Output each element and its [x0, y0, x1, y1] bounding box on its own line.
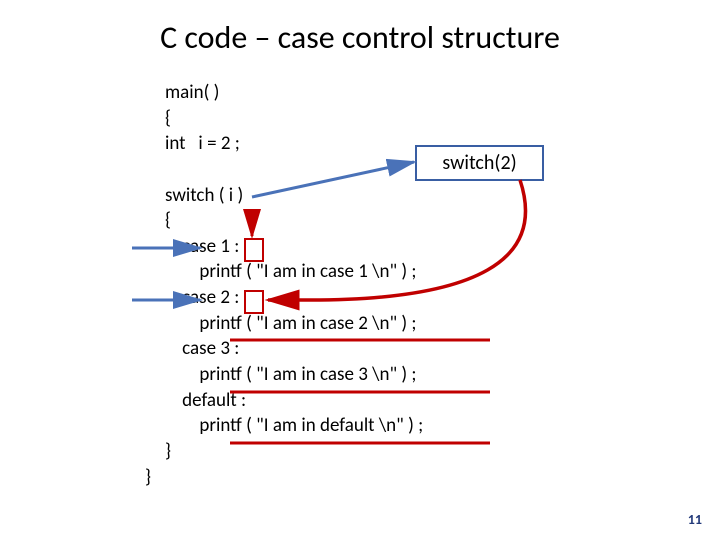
code-line-5: {	[165, 209, 171, 232]
code-line-14: }	[165, 440, 171, 463]
switch-callout-label: switch(2)	[442, 151, 516, 175]
code-line-9: printf ( "I am in case 2 \n" ) ;	[165, 312, 417, 335]
code-line-13: printf ( "I am in default \n" ) ;	[165, 414, 423, 437]
code-line-6: case 1 :	[165, 235, 239, 258]
slide-title: C code – case control structure	[0, 18, 720, 57]
switch-callout: switch(2)	[415, 145, 544, 181]
code-block: main( ) { int i = 2 ; switch ( i ) { cas…	[165, 80, 423, 490]
code-line-10: case 3 :	[165, 337, 239, 360]
code-line-15: }	[145, 466, 151, 489]
code-line-4: switch ( i )	[165, 184, 243, 207]
code-line-0: main( )	[165, 81, 219, 104]
code-line-2: int i = 2 ;	[165, 132, 240, 155]
code-line-12: default :	[165, 389, 246, 412]
page-number: 11	[688, 511, 702, 528]
highlight-box-case2	[244, 290, 264, 314]
highlight-box-case1	[244, 238, 264, 262]
code-line-11: printf ( "I am in case 3 \n" ) ;	[165, 363, 417, 386]
code-line-8: case 2 :	[165, 286, 239, 309]
code-line-1: {	[165, 107, 171, 130]
code-line-7: printf ( "I am in case 1 \n" ) ;	[165, 260, 417, 283]
